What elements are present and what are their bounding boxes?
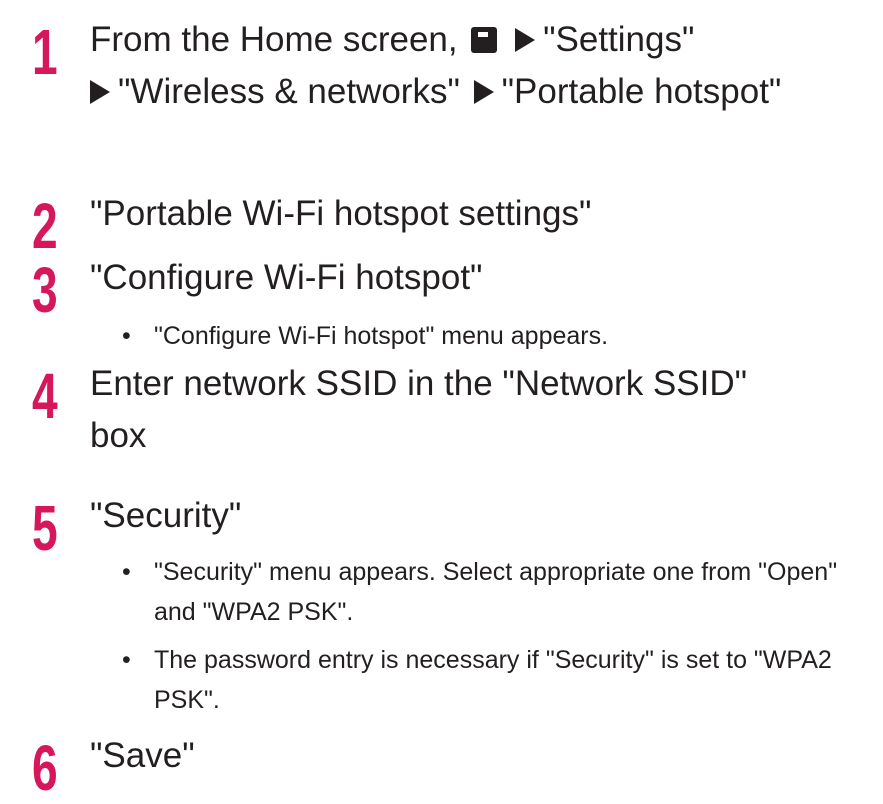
step-instruction: Enter network SSID in the "Network SSID"… [90, 364, 748, 455]
step-instruction: "Portable Wi-Fi hotspot settings" [90, 194, 592, 233]
note-item: • "Configure Wi-Fi hotspot" menu appears… [118, 316, 858, 356]
step-number: 2 [32, 190, 58, 262]
step-number: 3 [32, 254, 58, 326]
step-notes: • "Security" menu appears. Select approp… [118, 552, 858, 720]
bullet-icon: • [122, 646, 131, 674]
step-number: 4 [32, 360, 58, 432]
bullet-icon: • [122, 322, 131, 350]
note-text: "Configure Wi-Fi hotspot" menu appears. [154, 322, 609, 350]
path-item-settings: "Settings" [543, 20, 695, 59]
menu-key-icon [471, 27, 498, 53]
note-text: "Security" menu appears. Select appropri… [154, 558, 838, 626]
step-instruction: From the Home screen, "Settings" "Wirele… [90, 14, 850, 118]
note-item: • "Security" menu appears. Select approp… [118, 552, 858, 632]
arrow-right-icon [90, 80, 110, 104]
bullet-icon: • [122, 558, 131, 586]
step-number: 5 [32, 492, 58, 564]
note-text: The password entry is necessary if "Secu… [154, 646, 832, 714]
step-notes: • "Configure Wi-Fi hotspot" menu appears… [118, 316, 858, 356]
step-instruction: "Save" [90, 736, 195, 775]
arrow-right-icon [515, 28, 536, 52]
step-instruction: "Security" [90, 496, 242, 535]
arrow-right-icon [473, 80, 494, 104]
step-text-lead: From the Home screen, [90, 20, 458, 59]
step-instruction: "Configure Wi-Fi hotspot" [90, 258, 483, 297]
step-number: 1 [32, 16, 58, 88]
note-item: • The password entry is necessary if "Se… [118, 640, 858, 720]
path-item-wireless-networks: "Wireless & networks" [118, 72, 460, 111]
step-number: 6 [32, 732, 58, 804]
path-item-portable-hotspot: "Portable hotspot" [501, 72, 782, 111]
